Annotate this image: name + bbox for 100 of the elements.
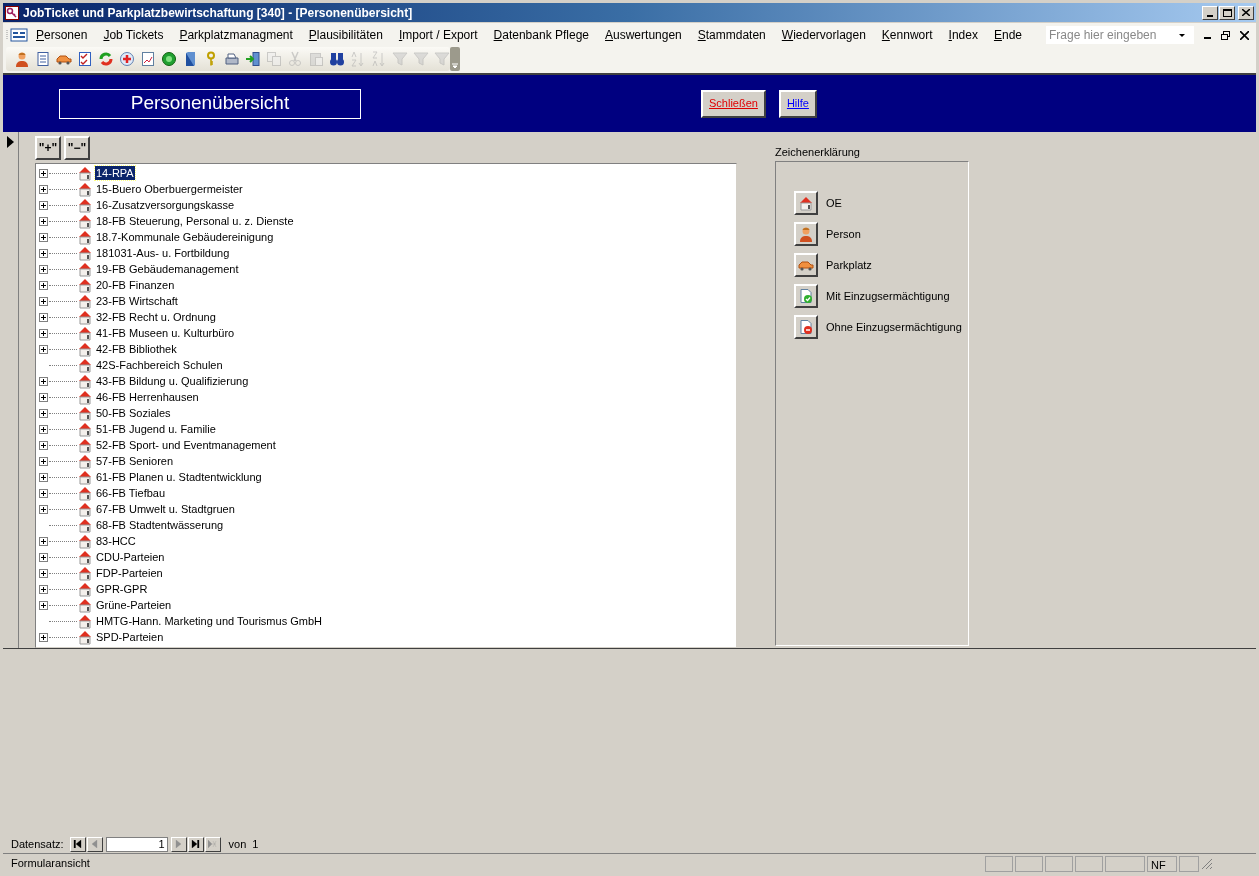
tree-item[interactable]: FDP-Parteien <box>95 566 164 580</box>
expand-toggle-icon[interactable] <box>39 456 48 466</box>
resize-grip-icon[interactable] <box>1201 857 1213 870</box>
tree-item[interactable]: 20-FB Finanzen <box>95 278 176 292</box>
tree-item[interactable]: 57-FB Senioren <box>95 454 175 468</box>
close-button[interactable] <box>1238 5 1254 20</box>
menu-item[interactable]: Plausibilitäten <box>308 26 383 44</box>
expand-toggle-icon[interactable] <box>39 392 48 402</box>
tree-item[interactable]: 19-FB Gebäudemanagement <box>95 262 240 276</box>
recycle-icon[interactable] <box>98 51 114 67</box>
menu-item[interactable]: Import / Export <box>398 26 478 44</box>
expand-toggle-icon[interactable] <box>39 200 48 210</box>
person-icon[interactable] <box>14 51 30 67</box>
tree-item[interactable]: 83-HCC <box>95 534 137 548</box>
maximize-button[interactable] <box>1219 5 1235 20</box>
previous-record-button[interactable] <box>86 836 103 852</box>
expand-toggle-icon[interactable] <box>39 600 48 610</box>
tree-item[interactable]: 42S-Fachbereich Schulen <box>95 358 224 372</box>
minimize-button[interactable] <box>1202 5 1218 20</box>
expand-toggle-icon[interactable] <box>39 568 48 578</box>
expand-toggle-icon[interactable] <box>39 216 48 226</box>
plus-circle-icon[interactable] <box>119 51 135 67</box>
form-icon[interactable] <box>6 28 28 42</box>
menu-item[interactable]: Wiedervorlagen <box>781 26 866 44</box>
tree-item[interactable]: SPD-Parteien <box>95 630 165 644</box>
first-record-button[interactable] <box>69 836 86 852</box>
expand-toggle-icon[interactable] <box>39 440 48 450</box>
restore-icon[interactable] <box>1221 30 1230 40</box>
chart-icon[interactable] <box>140 51 156 67</box>
next-record-button[interactable] <box>170 836 187 852</box>
expand-toggle-icon[interactable] <box>39 584 48 594</box>
checklist-icon[interactable] <box>77 51 93 67</box>
menu-item[interactable]: Personen <box>36 26 88 44</box>
tree-item[interactable]: 14-RPA <box>95 166 135 180</box>
tree-item[interactable]: HMTG-Hann. Marketing und Tourismus GmbH <box>95 614 323 628</box>
document-icon[interactable] <box>35 51 51 67</box>
expand-toggle-icon[interactable] <box>39 232 48 242</box>
expand-toggle-icon[interactable] <box>39 184 48 194</box>
printer-icon[interactable] <box>224 51 240 67</box>
expand-toggle-icon[interactable] <box>39 552 48 562</box>
menu-item[interactable]: Ende <box>993 26 1022 44</box>
tree-item[interactable]: 32-FB Recht u. Ordnung <box>95 310 217 324</box>
expand-toggle-icon[interactable] <box>39 632 48 642</box>
tree-item[interactable]: 52-FB Sport- und Eventmanagement <box>95 438 277 452</box>
expand-toggle-icon[interactable] <box>39 328 48 338</box>
tree-item[interactable]: 61-FB Planen u. Stadtentwicklung <box>95 470 263 484</box>
menu-item[interactable]: Kennwort <box>881 26 933 44</box>
tree-item[interactable]: 18.7-Kommunale Gebäudereinigung <box>95 230 275 244</box>
tree-item[interactable]: 46-FB Herrenhausen <box>95 390 200 404</box>
tree-item[interactable]: 181031-Aus- u. Fortbildung <box>95 246 231 260</box>
expand-toggle-icon[interactable] <box>39 408 48 418</box>
last-record-button[interactable] <box>187 836 204 852</box>
menu-item[interactable]: Auswertungen <box>605 26 682 44</box>
expand-toggle-icon[interactable] <box>39 504 48 514</box>
tree-item[interactable]: 50-FB Soziales <box>95 406 172 420</box>
tree-item[interactable]: 41-FB Museen u. Kulturbüro <box>95 326 236 340</box>
tree-item[interactable]: 15-Buero Oberbuergermeister <box>95 182 244 196</box>
help-button[interactable]: Hilfe <box>778 89 817 118</box>
tree-item[interactable]: 16-Zusatzversorgungskasse <box>95 198 236 212</box>
expand-toggle-icon[interactable] <box>39 488 48 498</box>
new-record-button[interactable] <box>204 836 221 852</box>
expand-toggle-icon[interactable] <box>39 472 48 482</box>
tree-item[interactable]: 66-FB Tiefbau <box>95 486 167 500</box>
tree-view[interactable] <box>35 163 737 648</box>
exit-door-icon[interactable] <box>245 51 261 67</box>
expand-all-button[interactable]: "+" <box>35 136 61 160</box>
menu-item[interactable]: Job Tickets <box>103 26 164 44</box>
close-icon[interactable] <box>1240 30 1249 40</box>
collapse-all-button[interactable]: "−" <box>64 136 90 160</box>
record-selector-icon[interactable] <box>7 136 14 148</box>
expand-toggle-icon[interactable] <box>39 264 48 274</box>
tree-item[interactable]: 18-FB Steuerung, Personal u. z. Dienste <box>95 214 295 228</box>
tree-item[interactable]: 68-FB Stadtentwässerung <box>95 518 225 532</box>
expand-toggle-icon[interactable] <box>39 280 48 290</box>
tree-item[interactable]: 42-FB Bibliothek <box>95 342 178 356</box>
binoculars-icon[interactable] <box>329 51 345 67</box>
tree-item[interactable]: 51-FB Jugend u. Familie <box>95 422 217 436</box>
expand-toggle-icon[interactable] <box>39 296 48 306</box>
expand-toggle-icon[interactable] <box>39 376 48 386</box>
help-question-field[interactable]: Frage hier eingeben <box>1046 26 1194 44</box>
toolbar-options-icon[interactable] <box>450 47 460 71</box>
menu-item[interactable]: Parkplatzmanagment <box>179 26 293 44</box>
tree-item[interactable]: CDU-Parteien <box>95 550 166 564</box>
expand-toggle-icon[interactable] <box>39 168 48 178</box>
record-number-field[interactable]: 1 <box>105 836 168 852</box>
tree-item[interactable]: GPR-GPR <box>95 582 149 596</box>
menu-item[interactable]: Index <box>948 26 978 44</box>
menu-item[interactable]: Stammdaten <box>697 26 766 44</box>
tree-item[interactable]: 23-FB Wirtschaft <box>95 294 179 308</box>
tree-item[interactable]: 43-FB Bildung u. Qualifizierung <box>95 374 250 388</box>
previous-record-icon <box>90 840 100 848</box>
expand-toggle-icon[interactable] <box>39 312 48 322</box>
globe-icon[interactable] <box>161 51 177 67</box>
expand-toggle-icon[interactable] <box>39 536 48 546</box>
expand-toggle-icon[interactable] <box>39 248 48 258</box>
tree-item[interactable]: Grüne-Parteien <box>95 598 173 612</box>
menu-item[interactable]: Datenbank Pflege <box>493 26 589 44</box>
tree-item[interactable]: 67-FB Umwelt u. Stadtgruen <box>95 502 236 516</box>
expand-toggle-icon[interactable] <box>39 344 48 354</box>
expand-toggle-icon[interactable] <box>39 424 48 434</box>
